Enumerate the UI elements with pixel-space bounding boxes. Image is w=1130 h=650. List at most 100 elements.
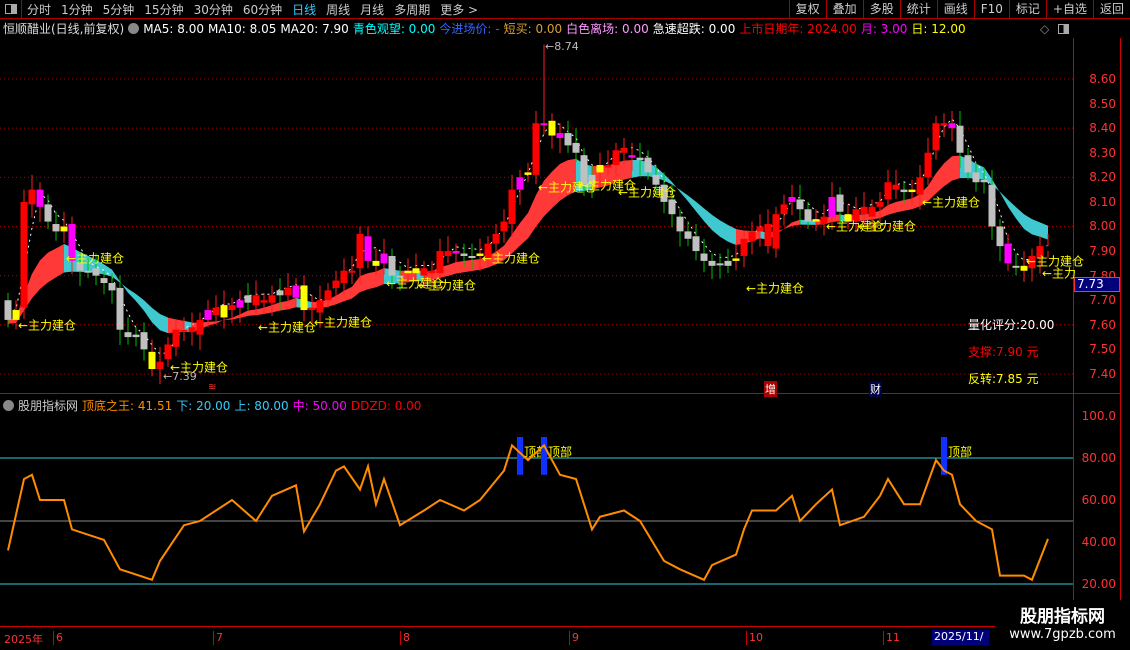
ma-ribbon-segment xyxy=(368,271,376,290)
candle-body xyxy=(284,287,292,296)
candle-body xyxy=(684,231,692,239)
candle-body xyxy=(428,270,436,274)
candle-body xyxy=(44,204,52,222)
candle-body xyxy=(404,270,412,274)
ma-ribbon-segment xyxy=(1000,191,1008,207)
candle-body xyxy=(876,201,884,207)
candle-body xyxy=(132,334,140,338)
ma-ribbon-segment xyxy=(32,260,40,299)
candle-body xyxy=(228,305,236,311)
ma-ribbon-segment xyxy=(216,319,224,324)
candle-body xyxy=(548,120,556,136)
ma-ribbon-segment xyxy=(1032,219,1040,237)
candle-body xyxy=(532,123,540,175)
candle-body xyxy=(100,278,108,284)
date-label: 11 xyxy=(883,631,900,645)
ma-ribbon-segment xyxy=(1008,199,1016,219)
ma-ribbon-segment xyxy=(136,294,144,311)
event-marker-cai[interactable]: 财 xyxy=(869,381,882,397)
candle-body xyxy=(268,295,276,303)
main-force-annotation: ←主力建仓 xyxy=(618,185,677,200)
candle-body xyxy=(36,189,44,207)
candle-body xyxy=(444,251,452,256)
candle-body xyxy=(924,152,932,178)
date-label: 8 xyxy=(400,631,410,645)
toolbar-button[interactable]: 返回 xyxy=(1092,0,1130,19)
candle-body xyxy=(868,206,876,217)
candle-body xyxy=(332,280,340,288)
candle-body xyxy=(324,290,332,301)
candle-body xyxy=(452,251,460,254)
ma-ribbon-segment xyxy=(880,205,888,219)
event-marker-zeng[interactable]: 增 xyxy=(764,381,777,397)
ma-ribbon-segment xyxy=(272,302,280,313)
candle-body xyxy=(572,142,580,153)
ma-ribbon-segment xyxy=(1016,207,1024,229)
candle-body xyxy=(180,329,188,332)
candle-body xyxy=(188,327,196,333)
ma-ribbon-segment xyxy=(632,160,640,178)
candle-body xyxy=(28,189,36,205)
candle-body xyxy=(292,285,300,298)
ma-ribbon-segment xyxy=(472,259,480,271)
lower-line-value: 下: 20.00 xyxy=(176,399,231,413)
main-force-annotation: ←主力建仓 xyxy=(18,318,77,333)
ma-ribbon-segment xyxy=(720,220,728,242)
chart-canvas[interactable]: 顶部 顶部 顶部 xyxy=(0,0,1073,626)
candle-body xyxy=(108,283,116,291)
candle-body xyxy=(900,189,908,193)
candle-body xyxy=(916,177,924,195)
ma-ribbon-segment xyxy=(448,262,456,276)
main-force-annotation: ←主力建仓 xyxy=(746,281,805,296)
ma-ribbon-segment xyxy=(784,222,792,229)
candle-body xyxy=(388,255,396,276)
ma-ribbon-segment xyxy=(464,259,472,273)
candle-body xyxy=(524,172,532,175)
candle-body xyxy=(52,224,60,232)
candle-body xyxy=(932,123,940,151)
date-label: 10 xyxy=(746,631,763,645)
candle-body xyxy=(700,253,708,261)
price-tick: 7.90 xyxy=(1089,244,1116,259)
ddzd-value: DDZD: 0.00 xyxy=(350,399,422,413)
candle-body xyxy=(92,268,100,276)
price-tick: 7.60 xyxy=(1089,317,1116,332)
candle-body xyxy=(412,268,420,274)
candle-body xyxy=(668,199,676,215)
date-label: 9 xyxy=(569,631,579,645)
candle-body xyxy=(364,236,372,261)
ma-ribbon-segment xyxy=(512,222,520,254)
main-force-annotation: ←主力建仓 xyxy=(922,195,981,210)
ma-ribbon-segment xyxy=(360,273,368,293)
candle-body xyxy=(836,194,844,212)
candle-body xyxy=(948,123,956,129)
ma-ribbon-segment xyxy=(528,194,536,239)
middle-line-value: 中: 50.00 xyxy=(292,399,347,413)
candle-body xyxy=(116,287,124,330)
price-tick: 8.20 xyxy=(1089,170,1116,185)
ma-ribbon-segment xyxy=(48,248,56,283)
event-marker-icon[interactable]: ≋ xyxy=(208,382,216,393)
candle-body xyxy=(508,189,516,225)
candle-body xyxy=(564,133,572,146)
last-price-label: 7.73 xyxy=(1074,277,1120,292)
candle-body xyxy=(828,196,836,217)
ma-ribbon-segment xyxy=(680,189,688,202)
settings-dropdown-icon[interactable] xyxy=(3,400,14,411)
ma-ribbon-segment xyxy=(944,156,952,187)
ma-ribbon-segment xyxy=(888,201,896,215)
main-force-annotation: ←主力建仓 xyxy=(858,219,917,234)
candle-body xyxy=(468,255,476,258)
top-signal-label: 顶部 xyxy=(548,444,572,459)
ma-ribbon-segment xyxy=(144,300,152,323)
main-force-annotation: ←主力 xyxy=(1042,266,1077,281)
price-tick: 8.10 xyxy=(1089,194,1116,209)
price-tick: 7.40 xyxy=(1089,366,1116,381)
candle-body xyxy=(500,221,508,232)
ma-ribbon-segment xyxy=(1040,222,1048,240)
ma-ribbon-segment xyxy=(240,310,248,318)
ma-ribbon-segment xyxy=(288,297,296,310)
osc-tick: 100.0 xyxy=(1081,409,1116,423)
candle-body xyxy=(140,332,148,350)
top-signal-label: 顶部 xyxy=(948,444,972,459)
